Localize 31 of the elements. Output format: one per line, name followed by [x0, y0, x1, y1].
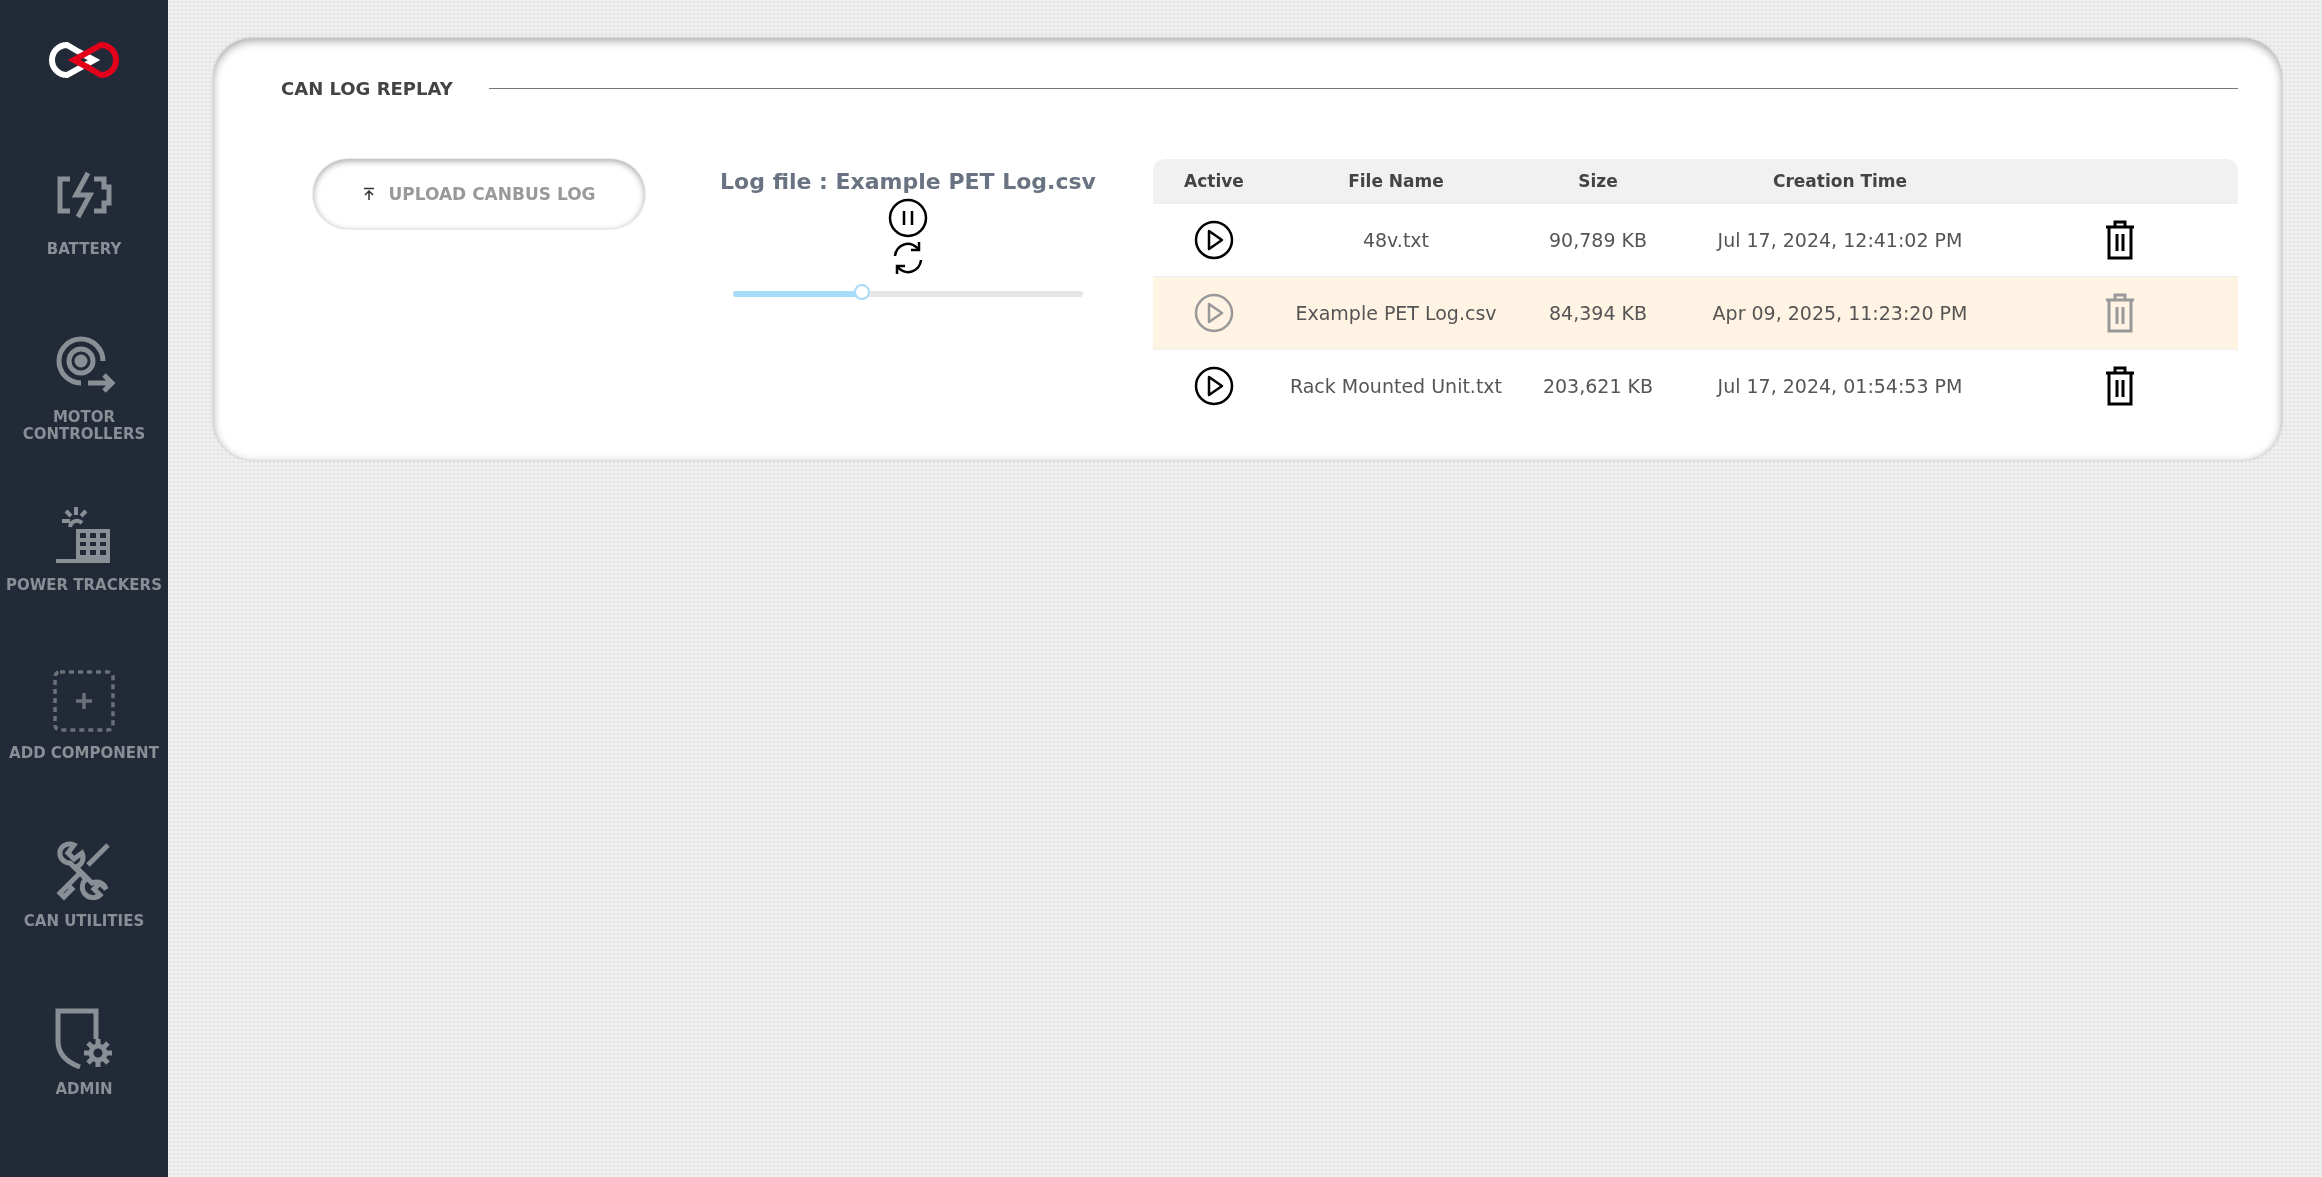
nav-label[interactable]: ADD COMPONENT — [4, 745, 164, 763]
column-header: Size — [1578, 171, 1618, 191]
table-row[interactable]: 48v.txt 90,789 KB Jul 17, 2024, 12:41:02 PM — [1153, 203, 2238, 277]
nav-label[interactable]: POWER TRACKERS — [4, 577, 164, 595]
pause-icon[interactable] — [888, 198, 928, 238]
section-title: CAN LOG REPLAY — [281, 78, 453, 99]
play-icon[interactable] — [1194, 366, 1234, 406]
table-cell: 90,789 KB — [1549, 229, 1647, 251]
table-cell: Jul 17, 2024, 01:54:53 PM — [1717, 375, 1963, 397]
upload-button[interactable]: UPLOAD CANBUS LOG — [313, 159, 645, 229]
table-cell: 203,621 KB — [1542, 375, 1654, 397]
column-header: Creation Time — [1772, 171, 1908, 191]
nav-label[interactable]: CAN UTILITIES — [4, 913, 164, 931]
add-icon[interactable] — [52, 669, 116, 733]
nav-label[interactable]: BATTERY — [4, 241, 164, 259]
log-file-title: Log file : Example PET Log.csv — [720, 169, 1096, 194]
table-cell: Rack Mounted Unit.txt — [1289, 375, 1503, 397]
column-header: File Name — [1348, 171, 1444, 191]
table-cell: 48v.txt — [1362, 229, 1430, 251]
upload-icon — [362, 187, 377, 201]
nav-label[interactable]: MOTOR CONTROLLERS — [4, 409, 164, 444]
delete-icon[interactable] — [2103, 220, 2136, 260]
table-cell: 84,394 KB — [1549, 302, 1647, 324]
table-cell: Apr 09, 2025, 11:23:20 PM — [1712, 302, 1968, 324]
column-header: Active — [1184, 171, 1244, 191]
table-cell: Jul 17, 2024, 12:41:02 PM — [1717, 229, 1963, 251]
table-cell: Example PET Log.csv — [1295, 302, 1497, 324]
delete-icon[interactable] — [2103, 366, 2136, 406]
table-row[interactable]: Rack Mounted Unit.txt 203,621 KB Jul 17, 2024, 01:54:53 PM — [1153, 349, 2238, 422]
play-icon[interactable] — [1194, 220, 1234, 260]
nav-label[interactable]: ADMIN — [4, 1081, 164, 1099]
